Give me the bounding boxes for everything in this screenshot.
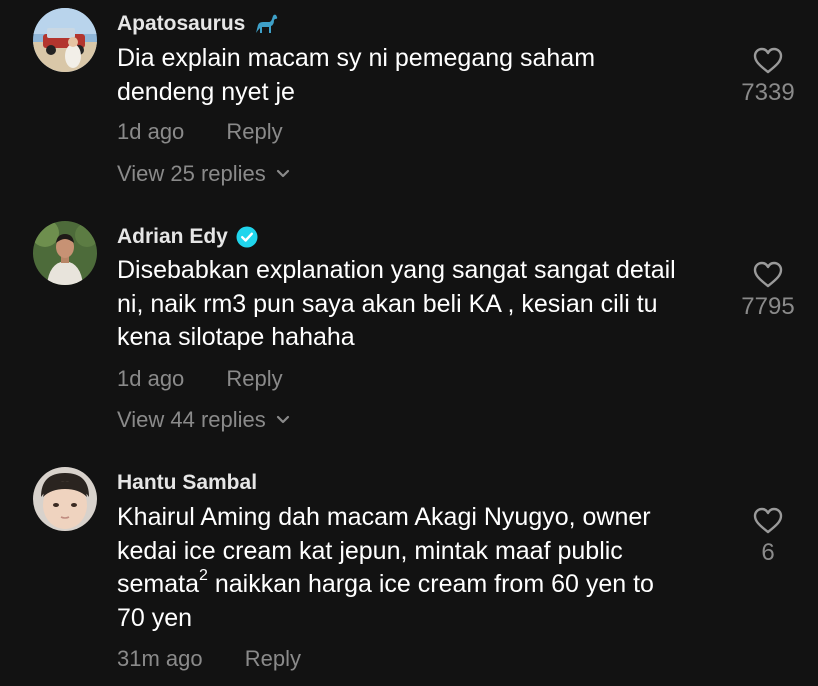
avatar-photo-apatosaurus: [33, 8, 97, 72]
comment-text: Khairul Aming dah macam Akagi Nyugyo, ow…: [117, 501, 717, 635]
comment-text-line: kedai ice cream kat jepun, mintak maaf p…: [117, 536, 623, 565]
verified-badge-icon: [236, 226, 258, 248]
username[interactable]: Hantu Sambal: [117, 471, 257, 495]
view-replies-label: View 25 replies: [117, 161, 266, 186]
avatar[interactable]: [33, 467, 97, 531]
comment-text-line: dendeng nyet je: [117, 77, 295, 106]
like-count: 7339: [741, 79, 795, 106]
chevron-down-icon: [276, 169, 289, 178]
comment-text-line: 70 yen: [117, 603, 193, 632]
comment-meta: 1d ago Reply: [117, 366, 283, 392]
like-group: 7339: [718, 47, 818, 107]
comment-text-line: Khairul Aming dah macam Akagi Nyugyo, ow…: [117, 503, 651, 531]
username-text: Hantu Sambal: [117, 471, 258, 494]
superscript: 2: [198, 567, 208, 584]
avatar[interactable]: [33, 8, 97, 72]
reply-button[interactable]: Reply: [226, 366, 282, 391]
heart-icon[interactable]: [753, 47, 783, 75]
comment-text-fragment: semata: [117, 570, 199, 598]
comment-text: Dia explain macam sy ni pemegang saham d…: [117, 42, 717, 109]
avatar[interactable]: [33, 221, 97, 285]
like-group: 7795: [718, 261, 818, 321]
reply-button[interactable]: Reply: [245, 646, 301, 671]
username[interactable]: Apatosaurus: [117, 12, 279, 36]
comment-text-line: semata2 naikkan harga ice cream from 60 …: [117, 568, 717, 602]
username[interactable]: Adrian Edy: [117, 225, 258, 249]
comment-text-line: ni, naik rm3 pun saya akan beli KA , kes…: [117, 289, 658, 318]
comment-time: 1d ago: [117, 366, 185, 391]
heart-icon[interactable]: [753, 261, 783, 289]
comment-time: 31m ago: [117, 646, 203, 671]
view-replies-label: View 44 replies: [117, 407, 266, 432]
avatar-photo-adrian-edy: [33, 221, 97, 285]
username-text: Apatosaurus: [117, 12, 246, 35]
like-count: 7795: [741, 293, 795, 320]
like-count: 6: [761, 539, 775, 566]
comment-meta: 31m ago Reply: [117, 646, 301, 672]
comment-text-line: Dia explain macam sy ni pemegang saham: [117, 44, 596, 72]
like-group: 6: [718, 507, 818, 567]
dinosaur-emoji-icon: [256, 14, 278, 33]
comment-text-fragment: naikkan harga ice cream from 60 yen to: [207, 570, 654, 598]
reply-button[interactable]: Reply: [226, 119, 282, 144]
comment-time: 1d ago: [117, 119, 185, 144]
view-replies-button[interactable]: View 44 replies: [117, 407, 290, 433]
heart-icon[interactable]: [753, 507, 783, 535]
view-replies-button[interactable]: View 25 replies: [117, 161, 290, 187]
comment-text-line: Disebabkan explanation yang sangat sanga…: [117, 256, 676, 284]
comment-text-line: kena silotape hahaha: [117, 323, 355, 351]
username-text: Adrian Edy: [117, 225, 228, 248]
comment-meta: 1d ago Reply: [117, 119, 283, 145]
avatar-photo-hantu-sambal: [33, 467, 97, 531]
chevron-down-icon: [276, 415, 289, 424]
comment-text: Disebabkan explanation yang sangat sanga…: [117, 254, 717, 355]
